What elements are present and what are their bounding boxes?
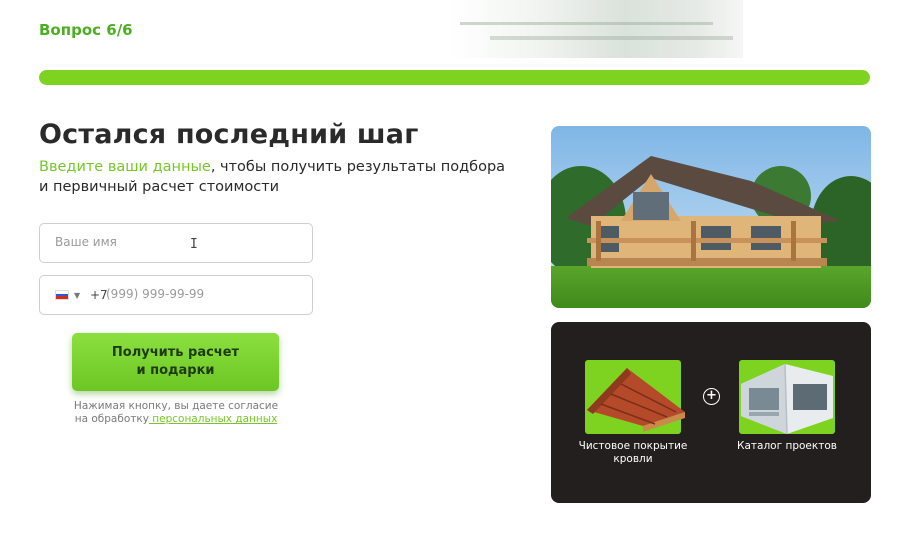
- bonus-panel: + Чистовое покрытие кровли Каталог проек…: [551, 322, 871, 503]
- consent-note: Нажимая кнопку, вы даете согласие на обр…: [66, 400, 286, 426]
- text-cursor-icon: I: [190, 237, 198, 252]
- bonus-tile-roof: [585, 360, 685, 434]
- chevron-down-icon[interactable]: ▼: [74, 291, 80, 300]
- bonus-tile-catalog: [739, 360, 835, 435]
- step-counter: Вопрос 6/6: [39, 21, 133, 39]
- submit-label-line1: Получить расчет: [111, 345, 240, 360]
- phone-input[interactable]: [106, 287, 296, 301]
- page-subtitle: Введите ваши данные, чтобы получить резу…: [39, 157, 519, 197]
- plus-icon: +: [703, 388, 720, 405]
- bonus-label-roof: Чистовое покрытие кровли: [578, 440, 688, 465]
- house-image: [551, 126, 871, 308]
- name-field[interactable]: I: [39, 223, 313, 263]
- name-input[interactable]: [55, 235, 295, 249]
- subtitle-accent: Введите ваши данные: [39, 159, 211, 175]
- roof-icon: [587, 368, 685, 432]
- phone-field[interactable]: ▼ +7: [39, 275, 313, 315]
- progress-bar: [39, 70, 870, 85]
- progress-fill: [39, 70, 870, 85]
- submit-label-line2: и подарки: [136, 363, 215, 378]
- page-title: Остался последний шаг: [39, 119, 419, 150]
- house-illustration: [551, 126, 871, 308]
- catalog-icon: [741, 363, 833, 435]
- privacy-link[interactable]: персональных данных: [149, 413, 277, 425]
- motion-blur-decoration: [450, 0, 743, 58]
- bonus-label-catalog: Каталог проектов: [737, 440, 837, 452]
- ru-flag-icon[interactable]: [55, 290, 69, 300]
- submit-button[interactable]: Получить расчет и подарки: [72, 333, 279, 391]
